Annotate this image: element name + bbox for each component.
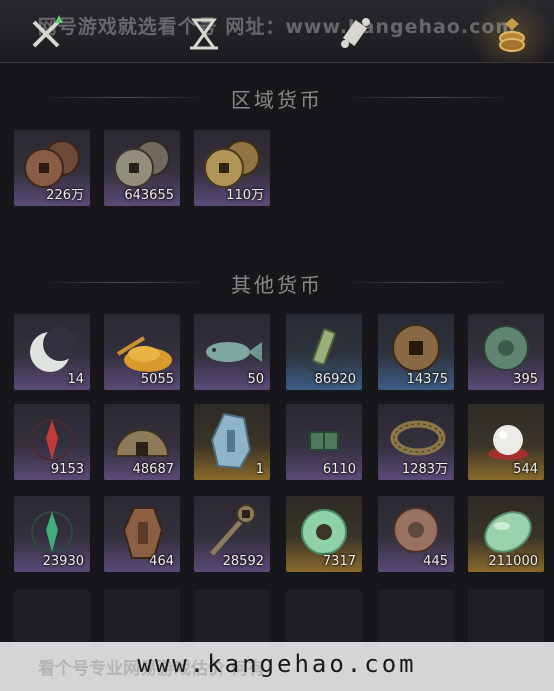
currency-amount: 211000 — [488, 554, 538, 569]
currency-slot[interactable]: 14375 — [378, 314, 454, 390]
other-currency-title: 其他货币 — [231, 273, 323, 297]
currency-slot[interactable]: 6110 — [286, 404, 362, 480]
currency-slot[interactable]: 445 — [378, 496, 454, 572]
currency-slot[interactable]: 86920 — [286, 314, 362, 390]
currency-amount: 544 — [513, 462, 538, 477]
currency-slot[interactable]: 9153 — [14, 404, 90, 480]
currency-amount: 48687 — [132, 462, 174, 477]
currency-slot[interactable]: 1283万 — [378, 404, 454, 480]
currency-slot[interactable]: 110万 — [194, 130, 270, 206]
currency-amount: 28592 — [222, 554, 264, 569]
currency-slot[interactable]: 395 — [468, 314, 544, 390]
currency-slot[interactable]: 7317 — [286, 496, 362, 572]
currency-amount: 1 — [255, 462, 264, 477]
currency-slot[interactable]: 464 — [104, 496, 180, 572]
currency-tab-bar: 网号游戏就选看个号 网址：www.kangehao.com — [0, 0, 554, 63]
currency-amount: 5055 — [140, 372, 174, 387]
currency-amount: 50 — [247, 372, 264, 387]
currency-amount: 6110 — [322, 462, 356, 477]
currency-amount: 86920 — [314, 372, 356, 387]
currency-slot[interactable]: 5055 — [104, 314, 180, 390]
currency-amount: 445 — [423, 554, 448, 569]
currency-slot[interactable]: 544 — [468, 404, 544, 480]
currency-slot[interactable]: 14 — [14, 314, 90, 390]
banner-url: www.kangehao.com — [137, 650, 417, 678]
coins-icon[interactable] — [492, 14, 532, 54]
currency-slot[interactable]: 23930 — [14, 496, 90, 572]
currency-amount: 1283万 — [401, 462, 448, 477]
crossed-swords-icon[interactable] — [26, 14, 66, 54]
bottom-watermark-banner: 看个号专业网易游戏估价 何有 www.kangehao.com — [0, 642, 554, 691]
currency-slot[interactable]: 48687 — [104, 404, 180, 480]
currency-slot[interactable]: 211000 — [468, 496, 544, 572]
currency-amount: 23930 — [42, 554, 84, 569]
currency-slot[interactable]: 1 — [194, 404, 270, 480]
currency-amount: 110万 — [226, 188, 264, 203]
currency-slot[interactable]: 226万 — [14, 130, 90, 206]
currency-amount: 14375 — [406, 372, 448, 387]
currency-amount: 395 — [513, 372, 538, 387]
currency-amount: 464 — [149, 554, 174, 569]
currency-slot[interactable]: 50 — [194, 314, 270, 390]
currency-amount: 643655 — [124, 188, 174, 203]
currency-amount: 14 — [67, 372, 84, 387]
currency-amount: 9153 — [50, 462, 84, 477]
currency-amount: 226万 — [46, 188, 84, 203]
top-watermark: 网号游戏就选看个号 网址：www.kangehao.com — [37, 16, 517, 38]
currency-slot[interactable]: 643655 — [104, 130, 180, 206]
hourglass-icon[interactable] — [184, 14, 224, 54]
currency-slot[interactable]: 28592 — [194, 496, 270, 572]
scroll-icon[interactable] — [336, 14, 376, 54]
regional-currency-title: 区域货币 — [231, 88, 323, 112]
currency-amount: 7317 — [322, 554, 356, 569]
